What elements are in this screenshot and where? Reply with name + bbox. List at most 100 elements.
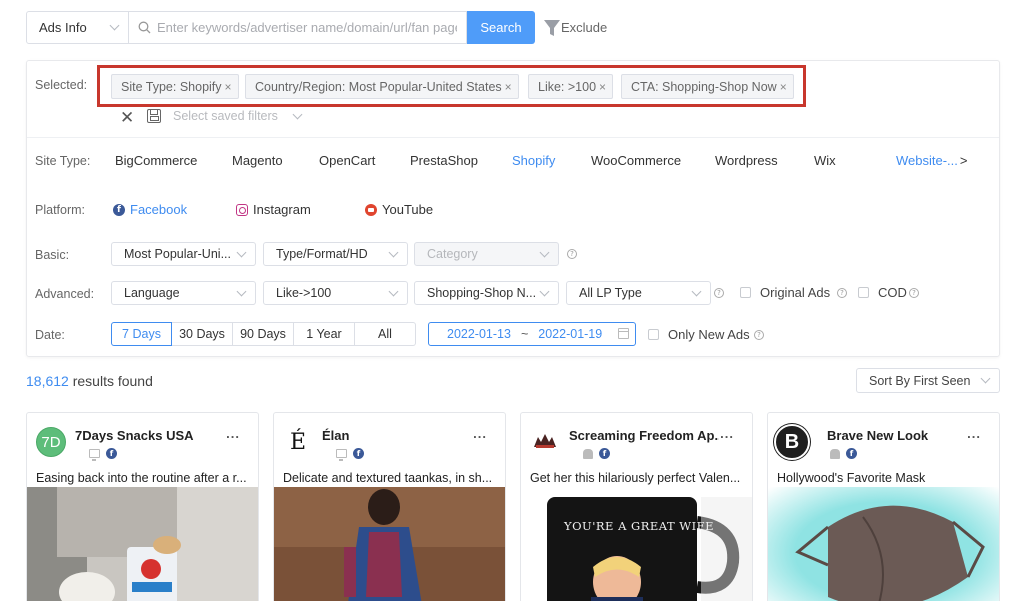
filter-panel: Selected: Site Type: Shopify × Country/Re… [26, 60, 1000, 357]
facebook-icon: f [113, 203, 125, 216]
platform-icons: f [830, 448, 862, 459]
platform-icons: f [89, 448, 122, 461]
site-type-woocommerce[interactable]: WooCommerce [591, 153, 681, 168]
site-type-label: Site Type: [35, 154, 91, 168]
site-type-prestashop[interactable]: PrestaShop [410, 153, 478, 168]
more-options-icon[interactable]: ... [226, 426, 240, 441]
basic-label: Basic: [35, 248, 70, 262]
ad-card[interactable]: B Brave New Look ... f Hollywood's Favor… [767, 412, 1000, 601]
mug-illustration [547, 497, 752, 601]
ad-card[interactable]: 7D 7Days Snacks USA ... f Easing back in… [26, 412, 259, 601]
cta-select[interactable]: Shopping-Shop N... [414, 281, 559, 305]
help-icon[interactable]: ? [909, 288, 919, 298]
instagram-icon [236, 203, 248, 216]
date-90-days[interactable]: 90 Days [233, 322, 294, 346]
ad-image[interactable] [27, 487, 259, 601]
mug-text: YOU'RE A GREAT WIFE [564, 519, 715, 533]
search-bar: Ads Info Search Exclude [26, 11, 607, 44]
sort-select[interactable]: Sort By First Seen [856, 368, 1000, 393]
help-icon[interactable]: ? [567, 249, 577, 259]
date-7-days[interactable]: 7 Days [111, 322, 172, 346]
facebook-icon: f [846, 448, 857, 459]
chevron-down-icon [292, 109, 303, 119]
ad-description: Get her this hilariously perfect Valen..… [530, 471, 741, 485]
search-input-wrapper [129, 11, 467, 44]
ad-description: Hollywood's Favorite Mask [777, 471, 926, 485]
only-new-ads-label: Only New Ads [668, 327, 750, 342]
search-input[interactable] [157, 20, 457, 35]
search-icon [138, 21, 151, 34]
chevron-down-icon [539, 286, 550, 296]
site-type-wordpress[interactable]: Wordpress [715, 153, 778, 168]
platform-icons: f [336, 448, 369, 461]
cod-label: COD [878, 285, 907, 300]
chevron-down-icon [109, 20, 120, 31]
desktop-icon [89, 449, 100, 461]
facebook-icon: f [353, 448, 364, 459]
ad-card[interactable]: É Élan ... f Delicate and textured taank… [273, 412, 506, 601]
site-type-bigcommerce[interactable]: BigCommerce [115, 153, 197, 168]
like-select[interactable]: Like->100 [263, 281, 408, 305]
facebook-icon: f [106, 448, 117, 459]
ad-image[interactable] [274, 487, 506, 601]
help-icon[interactable]: ? [754, 330, 764, 340]
date-1-year[interactable]: 1 Year [294, 322, 355, 346]
calendar-icon [618, 328, 629, 339]
selected-label: Selected: [35, 78, 88, 92]
advertiser-name[interactable]: Screaming Freedom Ap... [569, 428, 719, 443]
site-type-opencart[interactable]: OpenCart [319, 153, 375, 168]
ad-image[interactable]: YOU'RE A GREAT WIFE [521, 487, 752, 601]
facebook-icon: f [599, 448, 610, 459]
date-start: 2022-01-13 [447, 327, 511, 341]
chevron-down-icon [691, 286, 702, 296]
avatar [530, 427, 560, 457]
desktop-icon [336, 449, 347, 461]
help-icon[interactable]: ? [714, 288, 724, 298]
avatar: 7D [36, 427, 66, 457]
ad-description: Delicate and textured taankas, in sh... [283, 471, 493, 485]
clear-filters-icon[interactable]: ✕ [120, 108, 134, 128]
advertiser-name[interactable]: Élan [322, 428, 472, 443]
category-select[interactable]: Category [414, 242, 559, 266]
date-range-picker[interactable]: 2022-01-13 ~ 2022-01-19 [428, 322, 636, 346]
search-type-select[interactable]: Ads Info [26, 11, 129, 44]
lp-type-select[interactable]: All LP Type [566, 281, 711, 305]
type-format-select[interactable]: Type/Format/HD [263, 242, 408, 266]
date-all[interactable]: All [355, 322, 416, 346]
date-30-days[interactable]: 30 Days [172, 322, 233, 346]
avatar: É [283, 427, 313, 457]
highlight-annotation-box [97, 65, 806, 107]
filter-icon [544, 19, 560, 36]
exclude-button[interactable]: Exclude [543, 11, 607, 44]
platform-facebook[interactable]: f Facebook [113, 202, 187, 217]
ad-description: Easing back into the routine after a r..… [36, 471, 247, 485]
search-button[interactable]: Search [467, 11, 535, 44]
date-label: Date: [35, 328, 65, 342]
language-select[interactable]: Language [111, 281, 256, 305]
site-type-wix[interactable]: Wix [814, 153, 836, 168]
advertiser-name[interactable]: 7Days Snacks USA [75, 428, 225, 443]
site-type-shopify[interactable]: Shopify [512, 153, 555, 168]
site-type-magento[interactable]: Magento [232, 153, 283, 168]
country-select[interactable]: Most Popular-Uni... [111, 242, 256, 266]
original-ads-checkbox[interactable] [740, 287, 751, 298]
cod-checkbox[interactable] [858, 287, 869, 298]
save-icon[interactable] [147, 109, 161, 123]
more-options-icon[interactable]: ... [473, 426, 487, 441]
ad-image[interactable] [768, 487, 1000, 601]
divider [27, 137, 999, 138]
site-type-more-link[interactable]: Website-... > [896, 153, 967, 168]
platform-youtube[interactable]: YouTube [365, 202, 433, 217]
platform-icons: f [583, 448, 615, 459]
more-options-icon[interactable]: ... [720, 426, 734, 441]
avatar: B [774, 424, 810, 460]
more-options-icon[interactable]: ... [967, 426, 981, 441]
advertiser-name[interactable]: Brave New Look [827, 428, 977, 443]
only-new-ads-checkbox[interactable] [648, 329, 659, 340]
ad-card[interactable]: Screaming Freedom Ap... ... f Get her th… [520, 412, 753, 601]
saved-filters-select[interactable]: Select saved filters [173, 109, 303, 123]
android-icon [583, 448, 593, 459]
date-end: 2022-01-19 [538, 327, 603, 341]
help-icon[interactable]: ? [837, 288, 847, 298]
platform-instagram[interactable]: Instagram [236, 202, 311, 217]
